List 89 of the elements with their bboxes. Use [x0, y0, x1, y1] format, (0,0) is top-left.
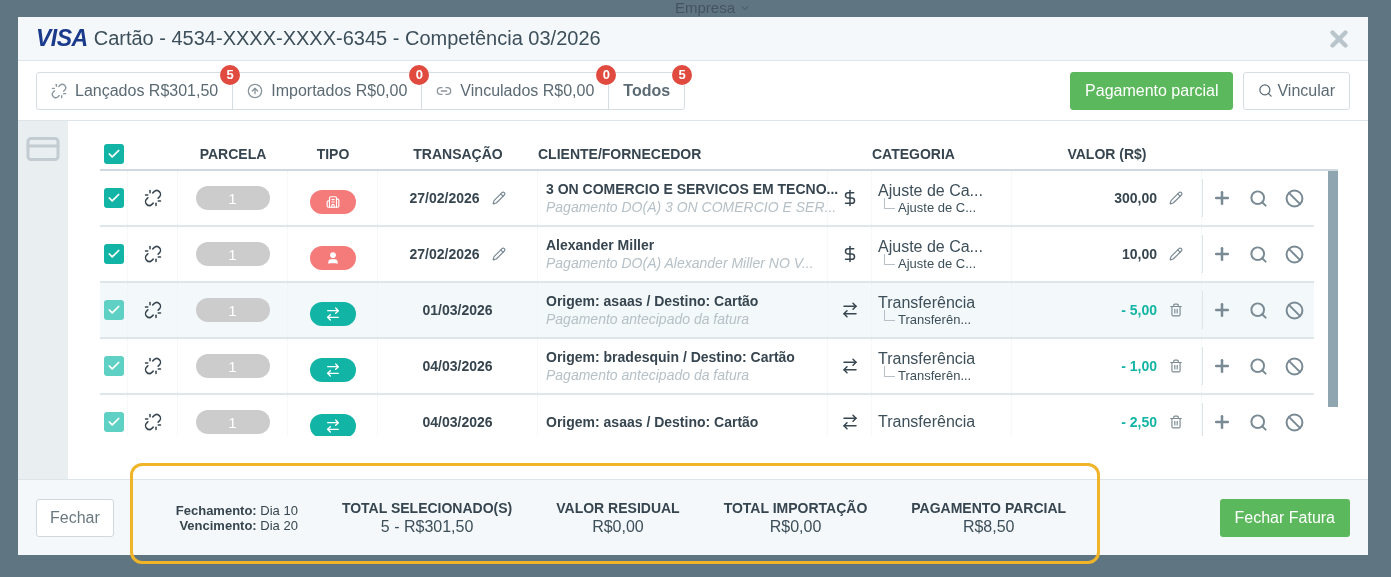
due-date-text: Fechamento: Dia 10 — [175, 502, 298, 518]
total-label: VALOR RESIDUAL — [556, 499, 680, 516]
column-header: CLIENTE/FORNECEDOR — [538, 146, 702, 162]
filter-tab[interactable]: Todos — [623, 81, 671, 100]
transaction-value: 300,00 — [1114, 190, 1157, 206]
client-name: Origem: bradesquin / Destino: Cartão — [546, 349, 795, 365]
subcategory-name: Ajuste de C... — [878, 199, 983, 215]
filter-tab[interactable]: Importados R$0,00 — [247, 81, 408, 100]
total-value: R$0,00 — [592, 517, 644, 536]
category-name: Transferência — [878, 413, 976, 431]
card-brand-logo: VISA — [36, 25, 88, 52]
category-name: Transferência — [878, 349, 976, 368]
filter-tab[interactable]: Lançados R$301,50 — [51, 81, 219, 100]
total-label: TOTAL SELECIONADO(S) — [341, 499, 513, 516]
subcategory-name: Transferên... — [878, 311, 976, 327]
broken-link-icon — [143, 245, 162, 263]
transaction-date: 04/03/2026 — [422, 358, 493, 374]
block-icon[interactable] — [1284, 188, 1304, 208]
count-badge: 0 — [596, 64, 617, 85]
pencil-icon[interactable] — [491, 191, 506, 205]
client-name: Alexander Miller — [546, 237, 656, 253]
check-icon — [106, 359, 121, 373]
broken-link-icon — [143, 301, 162, 319]
client-name: Origem: asaas / Destino: Cartão — [546, 414, 759, 430]
column-header: PARCELA — [199, 146, 267, 162]
pencil-icon[interactable] — [491, 247, 506, 261]
search-icon — [1258, 83, 1274, 98]
total-value: 5 - R$301,50 — [380, 517, 474, 536]
pencil-icon[interactable] — [1169, 191, 1183, 205]
type-transfer-icon — [309, 302, 356, 326]
search-icon[interactable] — [1248, 188, 1268, 208]
check-icon — [106, 303, 121, 317]
transaction-value: - 2,50 — [1121, 414, 1157, 430]
broken-link-icon — [143, 357, 162, 375]
type-transfer-icon — [309, 358, 356, 382]
due-date-text: Vencimento: Dia 20 — [179, 517, 298, 533]
broken-link-icon — [51, 82, 67, 99]
transfer-icon — [840, 357, 859, 375]
row-checkbox[interactable] — [103, 188, 124, 208]
block-icon[interactable] — [1284, 244, 1304, 264]
upload-icon — [247, 82, 264, 99]
column-header: VALOR (R$) — [1067, 146, 1147, 162]
check-icon — [106, 191, 121, 205]
pencil-icon[interactable] — [1169, 247, 1183, 261]
broken-link-icon — [143, 413, 162, 431]
column-header: TRANSAÇÃO — [413, 146, 503, 162]
row-checkbox[interactable] — [103, 244, 124, 264]
column-header: CATEGORIA — [872, 146, 955, 162]
client-name: Origem: asaas / Destino: Cartão — [546, 293, 759, 309]
transaction-description: Pagamento antecipado da fatura — [546, 367, 751, 383]
filter-tab[interactable]: Vinculados R$0,00 — [436, 81, 595, 100]
broken-link-icon — [143, 189, 162, 207]
transfer-icon — [840, 413, 859, 431]
select-all-checkbox[interactable] — [104, 144, 124, 164]
transaction-date: 04/03/2026 — [422, 414, 493, 430]
column-header: TIPO — [316, 146, 350, 162]
subcategory-name: Ajuste de C... — [878, 255, 983, 271]
transaction-date: 27/02/2026 — [409, 190, 480, 206]
check-icon — [106, 415, 121, 429]
transaction-value: - 5,00 — [1121, 302, 1157, 318]
type-building-icon — [309, 190, 356, 214]
link-button[interactable]: Vincular — [1243, 71, 1350, 110]
subcategory-name: Transferên... — [878, 367, 976, 383]
count-badge: 5 — [220, 64, 241, 85]
check-icon — [107, 147, 121, 161]
transaction-value: - 1,00 — [1121, 358, 1157, 374]
category-name: Transferência — [878, 293, 976, 312]
transaction-description: Pagamento DO(A) 3 ON COMERCIO E SER... — [546, 199, 838, 215]
transaction-description: Pagamento DO(A) Alexander Miller NO V... — [546, 255, 814, 271]
category-name: Ajuste de Ca... — [878, 181, 983, 200]
count-badge: 0 — [409, 64, 430, 85]
check-icon — [106, 247, 121, 261]
category-name: Ajuste de Ca... — [878, 237, 983, 256]
total-value: R$8,50 — [962, 517, 1015, 536]
total-label: TOTAL IMPORTAÇÃO — [723, 499, 868, 516]
transaction-value: 10,00 — [1121, 246, 1157, 262]
type-person-icon — [309, 246, 356, 270]
transaction-description: Pagamento antecipado da fatura — [546, 311, 751, 327]
total-label: PAGAMENTO PARCIAL — [911, 499, 1067, 516]
total-value: R$0,00 — [769, 517, 822, 536]
transfer-icon — [840, 301, 859, 319]
count-badge: 5 — [672, 64, 693, 85]
search-icon[interactable] — [1248, 244, 1268, 264]
window-title: Cartão - 4534-XXXX-XXXX-6345 - Competência 03/2026 — [93, 27, 602, 50]
scrollbar[interactable] — [1328, 171, 1338, 407]
client-name: 3 ON COMERCIO E SERVICOS EM TECNO... — [546, 181, 839, 197]
close-button[interactable]: Fechar — [36, 498, 114, 537]
transaction-date: 01/03/2026 — [422, 302, 493, 318]
transaction-date: 27/02/2026 — [409, 246, 480, 262]
